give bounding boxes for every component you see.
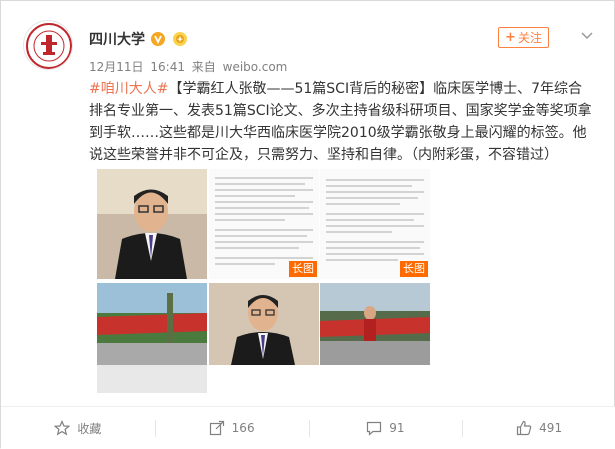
chevron-down-icon — [581, 32, 593, 40]
image-thumb[interactable] — [97, 169, 207, 279]
post-source[interactable]: weibo.com — [223, 60, 288, 74]
source-prefix: 来自 — [191, 60, 216, 74]
like-count: 491 — [539, 421, 563, 435]
thumbs-up-icon — [517, 420, 532, 436]
university-seal-icon — [26, 23, 72, 69]
image-thumb[interactable] — [320, 283, 430, 365]
image-thumb[interactable]: 长图 — [320, 169, 430, 279]
follow-button-label: 关注 — [517, 31, 542, 45]
follow-button[interactable]: + 关注 — [498, 27, 549, 48]
image-thumb[interactable] — [97, 283, 207, 393]
account-avatar[interactable] — [23, 20, 73, 70]
post-title: 【学霸红人张敬——51篇SCI背后的秘密】 — [168, 81, 434, 97]
comment-count: 91 — [389, 421, 405, 435]
post-text: #咱川大人#【学霸红人张敬——51篇SCI背后的秘密】临床医学博士、7年综合排名… — [89, 78, 594, 166]
weibo-post-card: 四川大学 + 关注 12月11日 16:41 来自 weibo.com #咱川大… — [0, 0, 615, 449]
favorite-button[interactable]: 收藏 — [1, 407, 155, 449]
post-date[interactable]: 12月11日 — [89, 60, 144, 74]
long-image-badge: 长图 — [400, 261, 428, 277]
like-button[interactable]: 491 — [462, 407, 615, 449]
long-image-badge: 长图 — [289, 261, 317, 277]
action-bar: 收藏 166 91 491 — [1, 406, 615, 449]
plus-icon: + — [505, 30, 516, 45]
repost-button[interactable]: 166 — [154, 407, 309, 449]
banner-photo — [97, 283, 207, 365]
comment-icon — [367, 421, 382, 436]
medal-icon[interactable] — [171, 31, 189, 47]
portrait-photo — [97, 169, 207, 279]
repost-count: 166 — [231, 421, 255, 435]
repost-icon — [209, 420, 224, 436]
post-time[interactable]: 16:41 — [150, 60, 185, 74]
comment-button[interactable]: 91 — [308, 407, 463, 449]
portrait-photo — [209, 283, 319, 365]
post-meta: 12月11日 16:41 来自 weibo.com — [89, 58, 290, 75]
image-thumb[interactable]: 长图 — [209, 169, 319, 279]
account-name[interactable]: 四川大学 — [89, 29, 145, 49]
image-grid: 长图 长图 — [89, 169, 433, 393]
star-icon — [54, 420, 71, 436]
more-options-button[interactable] — [575, 24, 599, 48]
banner-photo — [320, 283, 430, 365]
hashtag-link[interactable]: #咱川大人# — [89, 81, 168, 97]
account-name-row: 四川大学 — [89, 28, 189, 50]
image-thumb[interactable] — [209, 283, 319, 365]
verified-icon — [151, 32, 165, 46]
favorite-label: 收藏 — [77, 421, 102, 436]
